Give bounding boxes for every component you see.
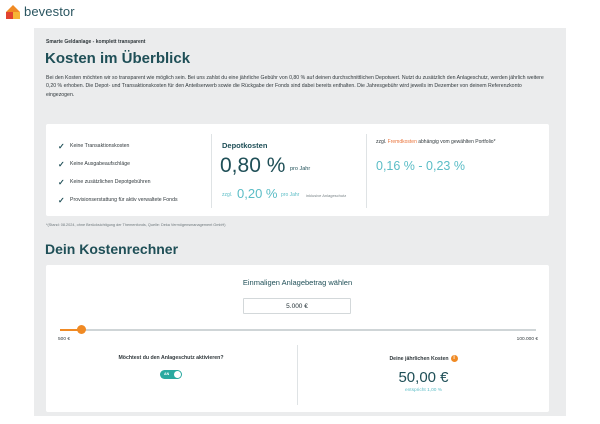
protection-value: 0,20 % bbox=[237, 186, 278, 201]
check-icon: ✓ bbox=[58, 159, 65, 169]
section-kicker: Smarte Geldanlage - komplett transparent bbox=[46, 39, 146, 45]
annual-costs-percentage: entspricht 1,00 % bbox=[404, 388, 443, 393]
benefit-list: ✓ Keine Transaktionskosten ✓ Keine Ausgabe… bbox=[58, 137, 178, 209]
depot-costs-unit: pro Jahr bbox=[290, 166, 311, 172]
check-icon: ✓ bbox=[58, 177, 65, 187]
cost-calculator-card: Einmaligen Anlagebetrag wählen 500 € 100… bbox=[46, 265, 549, 412]
slider-max-label: 100.000 € bbox=[516, 337, 538, 342]
intro-text: Bei den Kosten möchten wir so transparen… bbox=[46, 75, 544, 98]
depot-costs-value: 0,80 % bbox=[220, 154, 286, 177]
slider-min-label: 500 € bbox=[58, 337, 71, 342]
protection-toggle[interactable]: AN bbox=[160, 370, 182, 379]
divider bbox=[366, 134, 367, 208]
logo-icon bbox=[6, 4, 20, 19]
third-party-costs-link[interactable]: Fremdkosten bbox=[388, 139, 417, 145]
protection-question: Möchtest du den Anlageschutz aktivieren? bbox=[118, 355, 224, 361]
top-bar: bevestor bbox=[0, 0, 600, 28]
info-icon[interactable]: i bbox=[450, 355, 458, 362]
check-icon: ✓ bbox=[58, 195, 65, 205]
benefit-item: ✓ Keine Transaktionskosten bbox=[58, 141, 130, 151]
annual-costs-value: 50,00 € bbox=[398, 369, 449, 386]
calculator-title: Dein Kostenrechner bbox=[45, 241, 179, 257]
benefit-item: ✓ Provisionserstattung für aktiv verwalte… bbox=[58, 195, 178, 205]
amount-slider-track[interactable] bbox=[60, 329, 536, 331]
amount-prompt: Einmaligen Anlagebetrag wählen bbox=[242, 278, 353, 287]
annual-costs-label: Deine jährlichen Kosten i bbox=[298, 355, 549, 362]
page-content: Smarte Geldanlage - komplett transparent… bbox=[34, 28, 566, 416]
protection-unit: pro Jahr bbox=[281, 192, 300, 198]
benefit-item: ✓ Keine Ausgabeaufschläge bbox=[58, 159, 130, 169]
logo-text: bevestor bbox=[24, 4, 75, 19]
third-party-costs-label: zzgl. Fremdkosten abhängig vom gewählten… bbox=[376, 139, 496, 145]
amount-input[interactable] bbox=[243, 298, 351, 314]
benefit-item: ✓ Keine zusätzlichen Depotgebühren bbox=[58, 177, 151, 187]
toggle-label: AN bbox=[164, 372, 170, 376]
amount-slider-handle[interactable] bbox=[76, 325, 86, 334]
third-party-costs-value: 0,16 % - 0,23 % bbox=[376, 159, 465, 173]
protection-note: inklusive Anlageschutz bbox=[306, 193, 347, 198]
logo[interactable]: bevestor bbox=[6, 4, 75, 19]
depot-costs-title: Depotkosten bbox=[222, 141, 268, 150]
footnote: *(Stand: 08.2024, ohne Berücksichtigung … bbox=[46, 223, 226, 227]
toggle-knob bbox=[174, 371, 181, 378]
page-title: Kosten im Überblick bbox=[45, 50, 191, 67]
overview-card: ✓ Keine Transaktionskosten ✓ Keine Ausgabe… bbox=[46, 124, 549, 216]
protection-prefix: zzgl. bbox=[222, 192, 233, 198]
divider bbox=[211, 134, 212, 208]
check-icon: ✓ bbox=[58, 141, 65, 151]
